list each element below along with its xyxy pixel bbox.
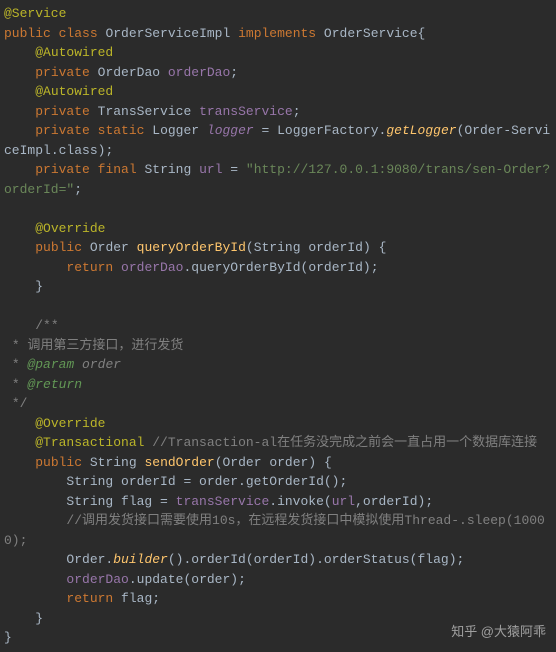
kw: private <box>35 65 90 80</box>
annotation: @Autowired <box>35 45 113 60</box>
kw: private <box>35 123 90 138</box>
arg: orderId <box>363 494 418 509</box>
arg: order <box>191 572 230 587</box>
call: invoke <box>277 494 324 509</box>
cls: LoggerFactory <box>277 123 378 138</box>
kw: private <box>35 162 90 177</box>
annotation: @Service <box>4 6 66 21</box>
ref: flag <box>121 591 152 606</box>
field: url <box>199 162 222 177</box>
semi: ; <box>371 260 379 275</box>
annotation: @Override <box>35 221 105 236</box>
ptype: String <box>254 240 301 255</box>
semi: ; <box>230 65 238 80</box>
comment: //Transaction‐al在任务没完成之前会一直占用一个数据库连接 <box>152 435 537 450</box>
arg: orderId <box>308 260 363 275</box>
kw: private <box>35 104 90 119</box>
brace: { <box>418 26 426 41</box>
comment: * <box>4 377 27 392</box>
type: Logger <box>152 123 199 138</box>
paren: ) <box>308 455 316 470</box>
stmt: String flag = <box>66 494 175 509</box>
class-name: OrderServiceImpl <box>105 26 230 41</box>
pname: order <box>269 455 308 470</box>
brace: { <box>379 240 387 255</box>
brace: } <box>35 611 43 626</box>
kw: class <box>59 26 98 41</box>
dot: . <box>269 494 277 509</box>
type: Order <box>90 240 129 255</box>
doc-tag: @param <box>27 357 74 372</box>
kw: static <box>98 123 145 138</box>
field: logger <box>207 123 254 138</box>
brace: } <box>4 630 12 645</box>
kw: public <box>35 240 82 255</box>
semi: ; <box>293 104 301 119</box>
kw: implements <box>238 26 316 41</box>
comment: //调用发货接口需要使用10s，在远程发货接口中模拟使用Thread‐.slee… <box>4 513 545 548</box>
arg: url <box>332 494 355 509</box>
fn: getLogger <box>386 123 456 138</box>
iface-name: OrderService <box>324 26 418 41</box>
doc-tag: @return <box>27 377 82 392</box>
call: queryOrderById <box>191 260 300 275</box>
pname: orderId <box>308 240 363 255</box>
comment: */ <box>4 396 27 411</box>
kw: public <box>35 455 82 470</box>
type: TransService <box>98 104 192 119</box>
comma: , <box>355 494 363 509</box>
ref: orderDao <box>121 260 183 275</box>
annotation: @Autowired <box>35 84 113 99</box>
kw: return <box>66 591 113 606</box>
annotation: @Override <box>35 416 105 431</box>
doc-param: order <box>82 357 121 372</box>
fn: sendOrder <box>144 455 214 470</box>
semi: ; <box>152 591 160 606</box>
semi: ; <box>238 572 246 587</box>
dotclass: .class <box>51 143 98 158</box>
ref: orderDao <box>66 572 128 587</box>
paren: ( <box>215 455 223 470</box>
code-block: @Service public class OrderServiceImpl i… <box>0 0 556 652</box>
kw: final <box>98 162 137 177</box>
fn: queryOrderById <box>137 240 246 255</box>
paren: ) <box>363 240 371 255</box>
ptype: Order <box>223 455 262 470</box>
type: String <box>90 455 137 470</box>
stmt: ().orderId(orderId).orderStatus(flag); <box>168 552 464 567</box>
stmt: Order. <box>66 552 113 567</box>
paren: ) <box>363 260 371 275</box>
semi: ; <box>105 143 113 158</box>
annotation: @Transactional <box>35 435 144 450</box>
comment: /** <box>35 318 58 333</box>
eq: = <box>223 162 246 177</box>
semi: ; <box>74 182 82 197</box>
comment: * <box>4 357 27 372</box>
stmt: String orderId = order.getOrderId(); <box>66 474 347 489</box>
eq: = <box>254 123 277 138</box>
fn: builder <box>113 552 168 567</box>
type: String <box>144 162 191 177</box>
ref: transService <box>176 494 270 509</box>
field: orderDao <box>168 65 230 80</box>
comment: * 调用第三方接口，进行发货 <box>4 338 183 353</box>
stmt: .update( <box>129 572 191 587</box>
brace: } <box>35 279 43 294</box>
brace: { <box>324 455 332 470</box>
semi: ; <box>425 494 433 509</box>
paren: ( <box>324 494 332 509</box>
field: transService <box>199 104 293 119</box>
type: OrderDao <box>98 65 160 80</box>
kw: public <box>4 26 51 41</box>
kw: return <box>66 260 113 275</box>
paren: ) <box>230 572 238 587</box>
paren: ( <box>246 240 254 255</box>
